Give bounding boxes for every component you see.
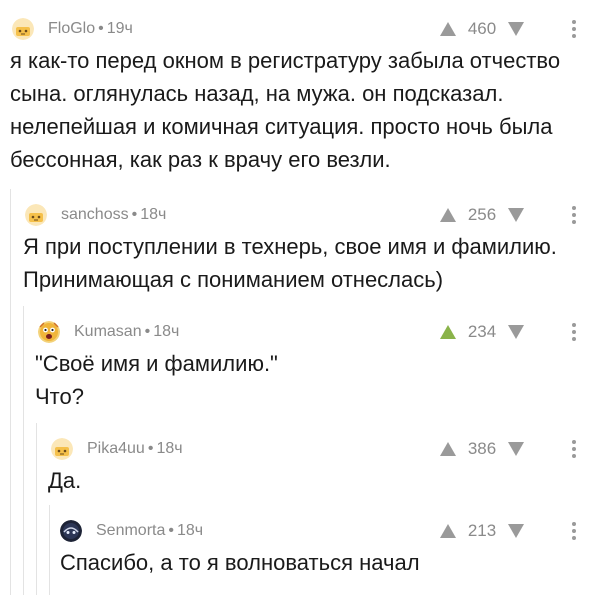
comment-kumasan: Kumasan • 18ч 234 "Своё имя и фамилию." Чт…	[35, 317, 588, 417]
rating-control: 213	[439, 516, 525, 546]
rating-count: 234	[467, 322, 497, 341]
author-name[interactable]: FloGlo	[48, 20, 95, 37]
comment-meta: sanchoss • 18ч	[61, 206, 167, 223]
downvote-arrow-icon[interactable]	[507, 207, 525, 223]
comment-meta: Senmorta • 18ч	[96, 522, 204, 539]
default-face-icon[interactable]	[25, 204, 47, 226]
author-name[interactable]: Senmorta	[96, 522, 165, 539]
downvote-arrow-icon[interactable]	[507, 21, 525, 37]
rating-control: 460	[439, 14, 525, 44]
rating-control: 386	[439, 434, 525, 464]
rating-count: 386	[467, 439, 497, 458]
upvote-arrow-icon[interactable]	[439, 207, 457, 223]
comment-floglo: FloGlo • 19ч 460 я как-то перед окном в ре…	[10, 14, 588, 184]
author-name[interactable]: Pika4uu	[87, 440, 145, 457]
comment-text: Спасибо, а то я волноваться начал	[60, 550, 420, 575]
default-face-icon[interactable]	[51, 438, 73, 460]
comment-meta: Kumasan • 18ч	[74, 323, 180, 340]
comment-time: 18ч	[153, 323, 180, 340]
comment-meta: Pika4uu • 18ч	[87, 440, 183, 457]
comment-time: 18ч	[156, 440, 183, 457]
comment-pika4uu: Pika4uu • 18ч 386 Да.	[48, 434, 588, 502]
rating-count: 256	[467, 205, 497, 224]
downvote-arrow-icon[interactable]	[507, 523, 525, 539]
author-name[interactable]: Kumasan	[74, 323, 142, 340]
dark-character-icon[interactable]	[60, 520, 82, 542]
rating-count: 460	[467, 19, 497, 38]
rating-count: 213	[467, 521, 497, 540]
thread-line-2	[23, 306, 24, 595]
more-options-icon[interactable]	[569, 434, 579, 464]
comment-time: 18ч	[140, 206, 167, 223]
comment-meta: FloGlo • 19ч	[48, 20, 133, 37]
upvote-arrow-icon[interactable]	[439, 324, 457, 340]
shocked-face-icon[interactable]	[38, 321, 60, 343]
default-face-icon[interactable]	[12, 18, 34, 40]
downvote-arrow-icon[interactable]	[507, 441, 525, 457]
upvote-arrow-icon[interactable]	[439, 523, 457, 539]
rating-control: 256	[439, 200, 525, 230]
comment-text: "Своё имя и фамилию." Что?	[35, 351, 278, 409]
comment-text: Я при поступлении в технерь, свое имя и …	[23, 234, 557, 292]
comment-text: Да.	[48, 468, 82, 493]
comment-time: 18ч	[176, 522, 204, 539]
comment-senmorta: Senmorta • 18ч 213 Спасибо, а то я волнова…	[60, 516, 588, 584]
more-options-icon[interactable]	[569, 14, 579, 44]
upvote-arrow-icon[interactable]	[439, 21, 457, 37]
rating-control: 234	[439, 317, 525, 347]
more-options-icon[interactable]	[569, 317, 579, 347]
thread-line-3	[36, 423, 37, 595]
upvote-arrow-icon[interactable]	[439, 441, 457, 457]
more-options-icon[interactable]	[569, 200, 579, 230]
thread-line-4	[49, 505, 50, 595]
comment-sanchoss: sanchoss • 18ч 256 Я при поступлении в тех…	[23, 200, 588, 300]
comment-time: 19ч	[106, 20, 133, 37]
author-name[interactable]: sanchoss	[61, 206, 129, 223]
thread-line-1	[10, 189, 11, 595]
more-options-icon[interactable]	[569, 516, 579, 546]
comment-text: я как-то перед окном в регистратуру забы…	[10, 48, 561, 172]
downvote-arrow-icon[interactable]	[507, 324, 525, 340]
